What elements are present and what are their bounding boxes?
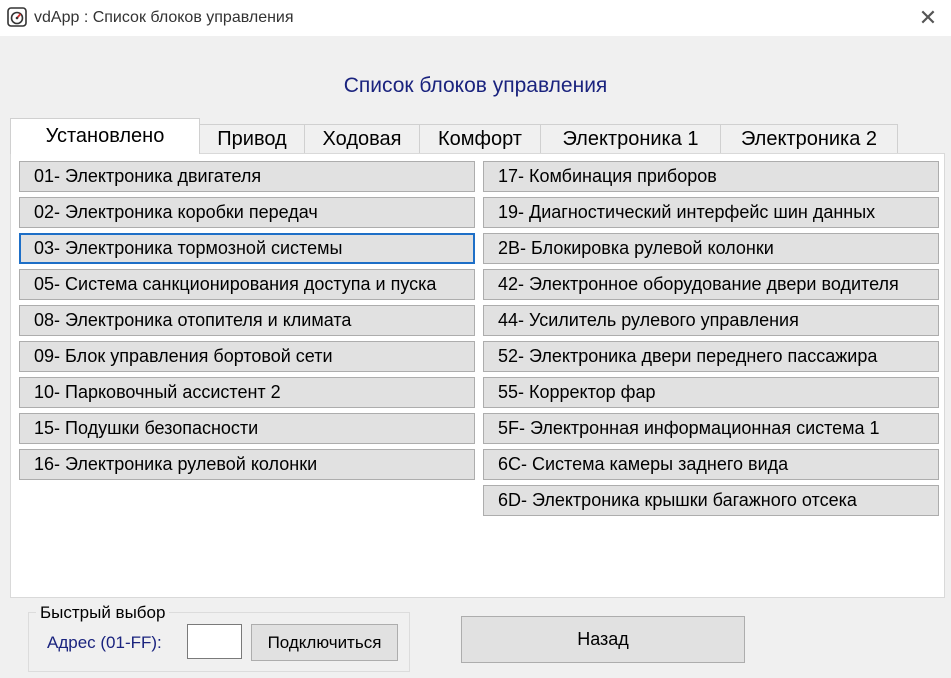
unit-button-52[interactable]: 52- Электроника двери переднего пассажир… <box>483 341 939 372</box>
unit-button-6c[interactable]: 6C- Система камеры заднего вида <box>483 449 939 480</box>
tab-electronics-1[interactable]: Электроника 1 <box>540 124 721 154</box>
unit-button-03[interactable]: 03- Электроника тормозной системы <box>19 233 475 264</box>
unit-button-42[interactable]: 42- Электронное оборудование двери водит… <box>483 269 939 300</box>
window-left-edge <box>0 36 8 678</box>
app-window: vdApp : Список блоков управления ✕ Списо… <box>0 0 951 678</box>
unit-button-10[interactable]: 10- Парковочный ассистент 2 <box>19 377 475 408</box>
unit-button-17[interactable]: 17- Комбинация приборов <box>483 161 939 192</box>
tab-electronics-2[interactable]: Электроника 2 <box>720 124 898 154</box>
close-button[interactable]: ✕ <box>905 0 951 36</box>
unit-button-55[interactable]: 55- Корректор фар <box>483 377 939 408</box>
tab-strip: Установлено Привод Ходовая Комфорт Элект… <box>10 118 898 154</box>
unit-button-44[interactable]: 44- Усилитель рулевого управления <box>483 305 939 336</box>
unit-button-08[interactable]: 08- Электроника отопителя и климата <box>19 305 475 336</box>
address-input[interactable] <box>187 624 242 659</box>
unit-button-6d[interactable]: 6D- Электроника крышки багажного отсека <box>483 485 939 516</box>
window-title: vdApp : Список блоков управления <box>34 9 294 26</box>
unit-button-15[interactable]: 15- Подушки безопасности <box>19 413 475 444</box>
title-bar: vdApp : Список блоков управления ✕ <box>0 0 951 36</box>
connect-button[interactable]: Подключиться <box>251 624 398 661</box>
back-button[interactable]: Назад <box>461 616 745 663</box>
tab-chassis[interactable]: Ходовая <box>304 124 420 154</box>
quick-select-legend: Быстрый выбор <box>36 603 170 623</box>
tab-installed[interactable]: Установлено <box>10 118 200 154</box>
unit-button-5f[interactable]: 5F- Электронная информационная система 1 <box>483 413 939 444</box>
unit-button-05[interactable]: 05- Система санкционирования доступа и п… <box>19 269 475 300</box>
close-icon: ✕ <box>918 5 938 30</box>
unit-button-09[interactable]: 09- Блок управления бортовой сети <box>19 341 475 372</box>
unit-button-02[interactable]: 02- Электроника коробки передач <box>19 197 475 228</box>
tab-comfort[interactable]: Комфорт <box>419 124 541 154</box>
tab-drive[interactable]: Привод <box>199 124 305 154</box>
address-label: Адрес (01-FF): <box>47 633 162 652</box>
unit-button-01[interactable]: 01- Электроника двигателя <box>19 161 475 192</box>
page-title: Список блоков управления <box>343 74 608 97</box>
unit-button-19[interactable]: 19- Диагностический интерфейс шин данных <box>483 197 939 228</box>
gauge-icon <box>7 7 27 27</box>
unit-button-2b[interactable]: 2B- Блокировка рулевой колонки <box>483 233 939 264</box>
unit-button-16[interactable]: 16- Электроника рулевой колонки <box>19 449 475 480</box>
